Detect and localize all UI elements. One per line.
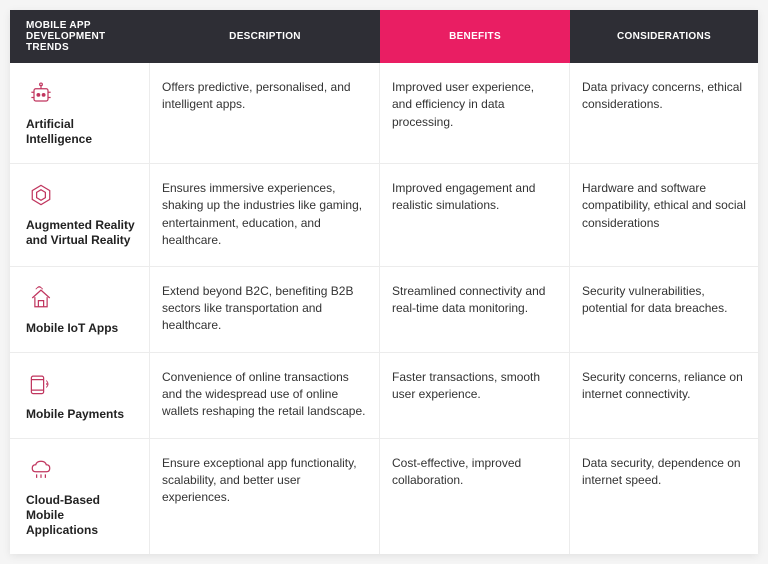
trends-table: MOBILE APP DEVELOPMENT TRENDS DESCRIPTIO… bbox=[10, 10, 758, 554]
trend-name: Augmented Reality and Virtual Reality bbox=[26, 218, 137, 248]
benefits-cell: Improved user experience, and efficiency… bbox=[380, 63, 570, 163]
benefits-cell: Streamlined connectivity and real-time d… bbox=[380, 267, 570, 352]
trend-name: Artificial Intelligence bbox=[26, 117, 137, 147]
benefits-cell: Faster transactions, smooth user experie… bbox=[380, 353, 570, 438]
trend-name: Mobile IoT Apps bbox=[26, 321, 118, 336]
arvr-icon bbox=[26, 180, 56, 210]
considerations-cell: Data privacy concerns, ethical considera… bbox=[570, 63, 758, 163]
header-description: DESCRIPTION bbox=[150, 10, 380, 63]
table-header-row: MOBILE APP DEVELOPMENT TRENDS DESCRIPTIO… bbox=[10, 10, 758, 63]
table-row: Mobile IoT Apps Extend beyond B2C, benef… bbox=[10, 267, 758, 353]
iot-icon bbox=[26, 283, 56, 313]
table-row: Artificial Intelligence Offers predictiv… bbox=[10, 63, 758, 164]
payment-icon bbox=[26, 369, 56, 399]
trend-cell: Mobile IoT Apps bbox=[10, 267, 150, 352]
table-row: Mobile Payments Convenience of online tr… bbox=[10, 353, 758, 439]
header-benefits: BENEFITS bbox=[380, 10, 570, 63]
considerations-cell: Security vulnerabilities, potential for … bbox=[570, 267, 758, 352]
trend-cell: Augmented Reality and Virtual Reality bbox=[10, 164, 150, 266]
benefits-cell: Cost-effective, improved collaboration. bbox=[380, 439, 570, 554]
description-cell: Offers predictive, personalised, and int… bbox=[150, 63, 380, 163]
trend-cell: Cloud-Based Mobile Applications bbox=[10, 439, 150, 554]
ai-icon bbox=[26, 79, 56, 109]
description-cell: Convenience of online transactions and t… bbox=[150, 353, 380, 438]
considerations-cell: Security concerns, reliance on internet … bbox=[570, 353, 758, 438]
header-trends: MOBILE APP DEVELOPMENT TRENDS bbox=[10, 10, 150, 63]
trend-name: Mobile Payments bbox=[26, 407, 124, 422]
trend-cell: Artificial Intelligence bbox=[10, 63, 150, 163]
considerations-cell: Data security, dependence on internet sp… bbox=[570, 439, 758, 554]
trend-cell: Mobile Payments bbox=[10, 353, 150, 438]
benefits-cell: Improved engagement and realistic simula… bbox=[380, 164, 570, 266]
table-row: Cloud-Based Mobile Applications Ensure e… bbox=[10, 439, 758, 554]
description-cell: Ensures immersive experiences, shaking u… bbox=[150, 164, 380, 266]
trend-name: Cloud-Based Mobile Applications bbox=[26, 493, 137, 538]
header-considerations: CONSIDERATIONS bbox=[570, 10, 758, 63]
cloud-icon bbox=[26, 455, 56, 485]
description-cell: Extend beyond B2C, benefiting B2B sector… bbox=[150, 267, 380, 352]
description-cell: Ensure exceptional app functionality, sc… bbox=[150, 439, 380, 554]
table-row: Augmented Reality and Virtual Reality En… bbox=[10, 164, 758, 267]
considerations-cell: Hardware and software compatibility, eth… bbox=[570, 164, 758, 266]
